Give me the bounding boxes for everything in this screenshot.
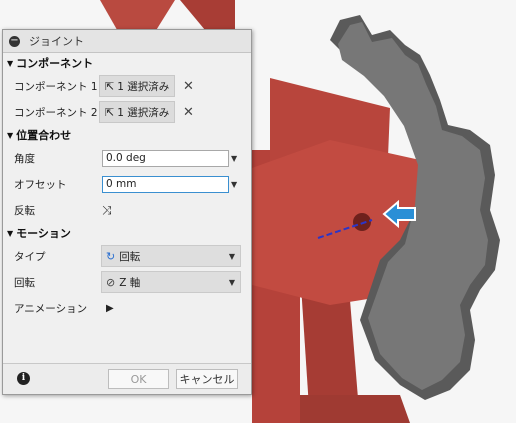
angle-row: 角度 0.0 deg ▼ (3, 145, 251, 171)
type-value: 回転 (119, 250, 141, 263)
type-row: タイプ ↻ 回転 ▼ (3, 243, 251, 269)
component-2-select-button[interactable]: ⇱ 1 選択済み (99, 101, 175, 123)
flip-label: 反転 (14, 204, 35, 217)
section-motion[interactable]: ▼ モーション (3, 223, 251, 243)
offset-label: オフセット (14, 178, 67, 191)
red-part-foot (300, 395, 410, 423)
dialog-titlebar[interactable]: − ジョイント (3, 30, 251, 53)
close-icon[interactable]: ✕ (183, 105, 194, 120)
cursor-select-icon: ⇱ (105, 79, 115, 93)
close-icon[interactable]: ✕ (183, 79, 194, 94)
joint-dialog: − ジョイント ▼ コンポーネント コンポーネント 1 ⇱ 1 選択済み ✕ コ… (2, 29, 252, 395)
axis-icon: ⊘ (106, 275, 116, 289)
chevron-down-icon[interactable]: ▼ (231, 154, 237, 163)
section-component-label: コンポーネント (16, 57, 94, 70)
section-alignment-label: 位置合わせ (16, 129, 72, 142)
dialog-title: ジョイント (29, 35, 84, 48)
component-1-row: コンポーネント 1 ⇱ 1 選択済み ✕ (3, 73, 251, 99)
triangle-down-icon: ▼ (7, 130, 14, 140)
type-label: タイプ (14, 250, 46, 263)
component-1-select-button[interactable]: ⇱ 1 選択済み (99, 75, 175, 97)
flip-icon[interactable]: ⤨ (102, 203, 112, 218)
cancel-button[interactable]: キャンセル (176, 369, 238, 389)
section-alignment[interactable]: ▼ 位置合わせ (3, 125, 251, 145)
offset-input[interactable]: 0 mm (102, 175, 229, 193)
chevron-down-icon: ▼ (228, 277, 235, 287)
triangle-down-icon: ▼ (7, 228, 14, 238)
component-2-row: コンポーネント 2 ⇱ 1 選択済み ✕ (3, 99, 251, 125)
component-2-label: コンポーネント 2 (14, 106, 98, 119)
type-dropdown[interactable]: ↻ 回転 ▼ (101, 245, 241, 267)
dialog-footer: i OK キャンセル (3, 363, 251, 394)
ok-button[interactable]: OK (108, 369, 169, 389)
play-icon[interactable]: ▶ (106, 303, 114, 314)
info-icon[interactable]: i (17, 372, 30, 385)
offset-row: オフセット 0 mm ▼ (3, 171, 251, 197)
cursor-select-icon: ⇱ (105, 105, 115, 119)
animation-label: アニメーション (14, 302, 88, 315)
section-component[interactable]: ▼ コンポーネント (3, 53, 251, 73)
rotation-label: 回転 (14, 276, 35, 289)
triangle-down-icon: ▼ (7, 58, 14, 68)
chevron-down-icon[interactable]: ▼ (231, 180, 237, 189)
chevron-down-icon: ▼ (228, 251, 235, 261)
flip-row: 反転 ⤨ (3, 197, 251, 223)
collapse-icon[interactable]: − (9, 35, 20, 47)
section-motion-label: モーション (16, 227, 71, 240)
red-part-hole (353, 213, 371, 231)
animation-row: アニメーション ▶ (3, 295, 251, 321)
component-1-value: 1 選択済み (117, 80, 170, 93)
angle-input[interactable]: 0.0 deg (102, 149, 229, 167)
rotation-value: Z 軸 (119, 276, 141, 289)
component-1-label: コンポーネント 1 (14, 80, 98, 93)
angle-label: 角度 (14, 152, 35, 165)
component-2-value: 1 選択済み (117, 106, 170, 119)
rotation-dropdown[interactable]: ⊘ Z 軸 ▼ (101, 271, 241, 293)
rotation-row: 回転 ⊘ Z 軸 ▼ (3, 269, 251, 295)
revolute-icon: ↻ (106, 249, 116, 263)
